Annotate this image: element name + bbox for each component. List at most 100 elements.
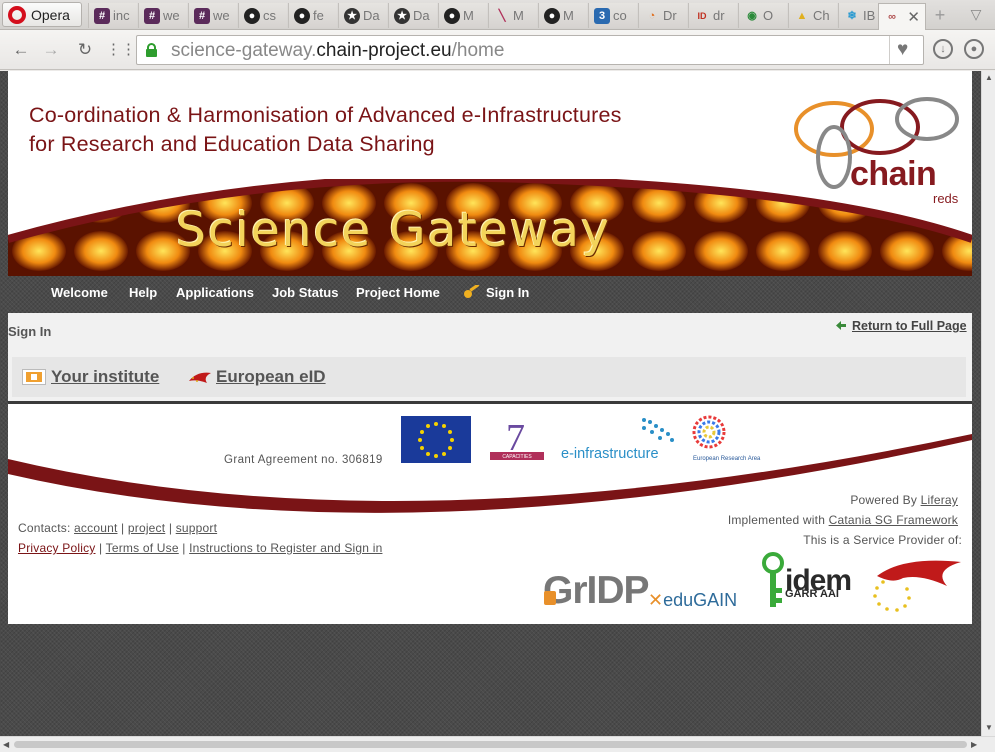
idem-key-icon	[762, 552, 784, 607]
terms-of-use-link[interactable]: Terms of Use	[106, 541, 179, 555]
opera-menu-label: Opera	[31, 6, 70, 23]
contact-account-link[interactable]: account	[74, 521, 117, 535]
address-bar[interactable]: science-gateway.chain-project.eu/home ♥	[136, 35, 924, 65]
contact-project-link[interactable]: project	[128, 521, 165, 535]
edugain-logo: ✕eduGAIN	[648, 590, 737, 611]
hash-icon: #	[94, 7, 110, 24]
star-icon: ★	[394, 7, 410, 24]
return-arrow-icon	[836, 321, 846, 330]
tab-label: O	[763, 8, 774, 23]
tab-label: Dr	[663, 8, 677, 23]
tab-label: Da	[413, 8, 430, 23]
chart-icon: ◔	[648, 9, 656, 22]
powered-by-label: Powered By	[850, 493, 918, 507]
main-menu: Welcome Help Applications Job Status Pro…	[8, 276, 972, 313]
identity-provider-box: Your institute European eID	[12, 357, 966, 397]
browser-tab[interactable]: ● fe	[288, 3, 337, 28]
heart-icon[interactable]: ♥	[897, 39, 908, 61]
browser-tab[interactable]: ╲ M	[488, 3, 537, 28]
einfra-dots-icon	[642, 418, 674, 442]
lock-icon	[146, 43, 157, 57]
vertical-scrollbar[interactable]: ▲ ▼	[981, 71, 995, 736]
eid-icon	[189, 372, 211, 383]
tab-menu-icon[interactable]: ▽	[966, 6, 986, 24]
browser-tab[interactable]: 3 co	[588, 3, 637, 28]
site-title-line2: for Research and Education Data Sharing	[29, 132, 435, 156]
download-icon[interactable]: ↓	[933, 39, 953, 59]
your-institute-link[interactable]: Your institute	[51, 367, 159, 387]
site-header: Co-ordination & Harmonisation of Advance…	[8, 71, 972, 276]
instructions-link[interactable]: Instructions to Register and Sign in	[189, 541, 382, 555]
catania-link[interactable]: Catania SG Framework	[829, 513, 958, 527]
browser-tab[interactable]: ● cs	[238, 3, 287, 28]
scroll-down-icon[interactable]: ▼	[985, 723, 993, 732]
einfrastructure-logo-text: e-infrastructure	[561, 446, 659, 462]
url-prefix: science-gateway.	[171, 40, 317, 61]
speed-dial-icon[interactable]: ⋮⋮	[106, 39, 136, 61]
stork-logo-icon	[873, 560, 961, 612]
browser-tab[interactable]: ★ Da	[388, 3, 437, 28]
eu-flag-icon	[401, 416, 471, 463]
back-icon[interactable]: ←	[10, 39, 32, 61]
url-domain: chain-project.eu	[316, 40, 452, 61]
key-icon	[464, 285, 480, 298]
european-eid-link[interactable]: European eID	[216, 367, 326, 387]
hash-icon: #	[144, 7, 160, 24]
browser-tab[interactable]: ★ Da	[338, 3, 387, 28]
contact-support-link[interactable]: support	[176, 521, 217, 535]
browser-tab[interactable]: ID dr	[688, 3, 737, 28]
horizontal-scrollbar[interactable]: ◀ ▶	[0, 736, 995, 752]
id-icon: ID	[697, 10, 707, 21]
forward-icon[interactable]: →	[40, 39, 62, 61]
opera-menu-button[interactable]: Opera	[2, 2, 82, 27]
tab-label: Ch	[813, 8, 830, 23]
sign-in-label: Sign In	[486, 285, 530, 300]
browser-tab[interactable]: ● M	[438, 3, 487, 28]
menu-item-project-home[interactable]: Project Home	[356, 285, 440, 300]
opera-logo-icon	[8, 5, 26, 24]
chain-icon: ∞	[888, 11, 896, 23]
drive-icon: ▲	[796, 9, 808, 22]
browser-tab-active[interactable]: ∞ ✕	[878, 3, 926, 30]
browser-toolbar: ← → ↻ ⋮⋮ science-gateway.chain-project.e…	[0, 30, 995, 70]
tab-label: IB	[863, 8, 876, 23]
browser-tab[interactable]: ● M	[538, 3, 587, 28]
browser-tab[interactable]: # inc	[88, 3, 137, 28]
menu-item-welcome[interactable]: Welcome	[51, 285, 108, 300]
browser-tab[interactable]: ◔ Dr	[638, 3, 687, 28]
return-to-full-page-link[interactable]: Return to Full Page	[852, 319, 967, 333]
menu-item-sign-in[interactable]: Sign In	[463, 285, 529, 300]
browser-tab[interactable]: # we	[138, 3, 187, 28]
browser-tab[interactable]: # we	[188, 3, 237, 28]
banner-title: Science Gateway	[176, 203, 611, 258]
menu-item-job-status[interactable]: Job Status	[272, 285, 338, 300]
tab-label: dr	[713, 8, 725, 23]
scroll-right-icon[interactable]: ▶	[971, 740, 977, 749]
scroll-up-icon[interactable]: ▲	[985, 73, 993, 82]
user-icon[interactable]: ●	[964, 39, 984, 59]
policy-links-line: Privacy Policy | Terms of Use | Instruct…	[18, 541, 383, 555]
close-tab-icon[interactable]: ✕	[907, 8, 920, 26]
css-icon: 3	[594, 7, 610, 24]
scroll-left-icon[interactable]: ◀	[3, 740, 9, 749]
tab-label: cs	[263, 8, 276, 23]
menu-item-applications[interactable]: Applications	[176, 285, 254, 300]
liferay-link[interactable]: Liferay	[921, 493, 958, 507]
gridp-logo: GrIDP	[543, 569, 650, 612]
url-text[interactable]: science-gateway.chain-project.eu/home	[171, 40, 504, 62]
tab-label: M	[563, 8, 574, 23]
new-tab-icon[interactable]: +	[930, 6, 950, 24]
implemented-with-line: Implemented with Catania SG Framework	[658, 513, 958, 527]
tab-label: inc	[113, 8, 130, 23]
privacy-policy-link[interactable]: Privacy Policy	[18, 541, 95, 555]
browser-tab[interactable]: ▲ Ch	[788, 3, 837, 28]
horizontal-scroll-thumb[interactable]	[14, 741, 967, 748]
browser-tab[interactable]: ◉ O	[738, 3, 787, 28]
edugain-logo-text: eduGAIN	[663, 590, 738, 610]
reload-icon[interactable]: ↻	[74, 39, 96, 61]
padlock-icon	[544, 591, 556, 605]
chrome-icon: ◉	[747, 10, 757, 22]
era-logo-icon	[692, 415, 726, 449]
menu-item-help[interactable]: Help	[129, 285, 157, 300]
edugain-mark-icon: ✕	[648, 590, 664, 610]
